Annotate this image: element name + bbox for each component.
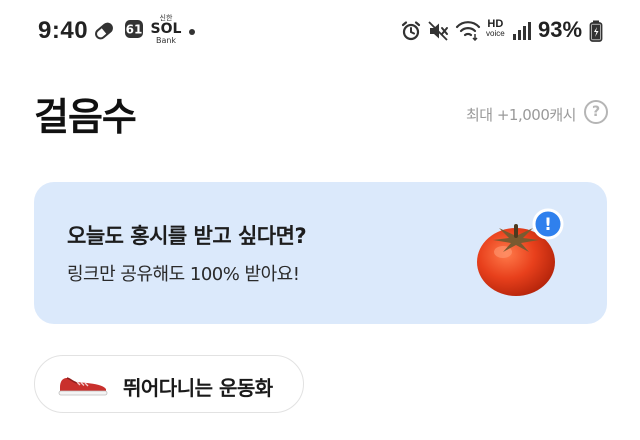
- persimmon-icon: !: [471, 206, 571, 306]
- page-title: 걸음수: [34, 95, 137, 139]
- alert-badge-icon: !: [544, 215, 552, 235]
- banner-title: 오늘도 홍시를 받고 싶다면?: [67, 224, 307, 248]
- max-reward-text: 최대 +1,000캐시: [466, 106, 576, 124]
- mute-icon: [427, 20, 449, 46]
- status-bar: 9:40 61 신한 SOL Bank HD voice 93%: [0, 0, 640, 62]
- more-notifications-dot: [189, 29, 195, 35]
- banner-subtitle: 링크만 공유해도 100% 받아요!: [67, 264, 300, 285]
- help-icon[interactable]: ?: [584, 100, 608, 124]
- svg-text:61: 61: [126, 23, 143, 37]
- sneaker-icon: [57, 373, 109, 401]
- battery-percent: 93%: [538, 17, 583, 42]
- signal-icon: [512, 21, 532, 45]
- item-label: 뛰어다니는 운동화: [123, 376, 273, 400]
- message-badge-icon: 61: [124, 19, 144, 43]
- hd-voice-indicator: HD voice: [486, 18, 505, 38]
- alarm-icon: [400, 20, 422, 46]
- sol-bank-logo: 신한 SOL Bank: [150, 14, 182, 45]
- share-promo-banner[interactable]: 오늘도 홍시를 받고 싶다면? 링크만 공유해도 100% 받아요! !: [34, 182, 607, 324]
- status-time: 9:40: [38, 17, 89, 44]
- item-chip-sneakers[interactable]: 뛰어다니는 운동화: [34, 355, 304, 413]
- pill-icon: [93, 20, 115, 46]
- wifi-icon: [455, 19, 481, 45]
- battery-icon: [589, 20, 603, 46]
